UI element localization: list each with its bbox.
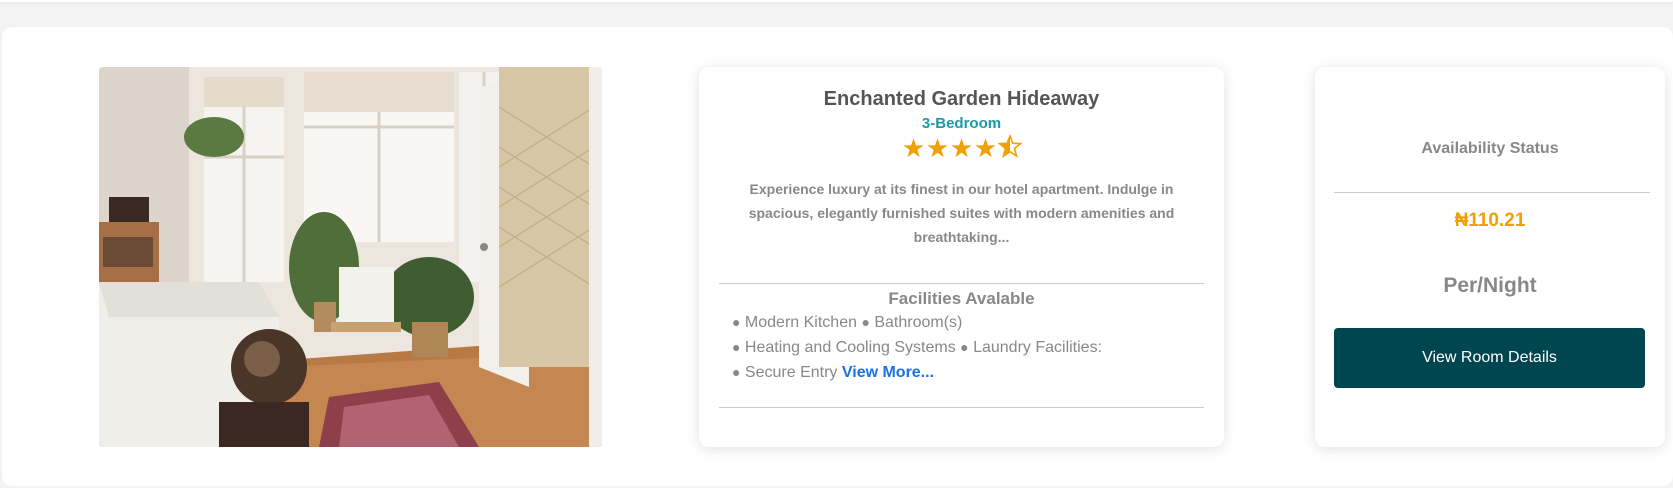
bullet-icon: ● <box>732 339 741 355</box>
facilities-row: ● Modern Kitchen ● Bathroom(s) <box>732 310 1202 335</box>
bullet-icon: ● <box>732 364 741 380</box>
facility-item: Modern Kitchen <box>744 314 857 331</box>
divider <box>719 283 1204 284</box>
availability-status: Availability Status <box>1421 140 1559 157</box>
room-description: Experience luxury at its finest in our h… <box>731 177 1192 249</box>
description-line: spacious, elegantly furnished suites wit… <box>748 205 1175 221</box>
description-line: Experience luxury at its finest in our h… <box>749 181 1174 197</box>
star-icon: ★ <box>949 133 974 163</box>
star-icon: ★ <box>925 133 950 163</box>
room-type: 3-Bedroom <box>921 115 1002 132</box>
divider <box>1334 192 1650 193</box>
facilities-list: ● Modern Kitchen ● Bathroom(s) ● Heating… <box>732 310 1202 385</box>
room-photo-illustration <box>99 67 602 447</box>
facilities-title: Facilities Avalable <box>888 289 1035 308</box>
bullet-icon: ● <box>861 314 870 330</box>
star-rating: ★★★★ <box>699 133 1224 163</box>
room-photo[interactable] <box>99 67 602 447</box>
facility-item: Laundry Facilities: <box>973 339 1103 356</box>
star-icon: ★ <box>901 133 926 163</box>
price: ₦110.21 <box>1454 210 1526 231</box>
facility-item: Bathroom(s) <box>874 314 963 331</box>
room-details-card: Enchanted Garden Hideaway 3-Bedroom ★★★★… <box>699 67 1224 447</box>
room-listing-card: Enchanted Garden Hideaway 3-Bedroom ★★★★… <box>2 27 1673 486</box>
bullet-icon: ● <box>960 339 969 355</box>
facilities-row: ● Secure Entry View More... <box>732 360 1202 385</box>
half-star-icon <box>996 133 1023 163</box>
view-room-details-button[interactable]: View Room Details <box>1334 328 1645 388</box>
room-name[interactable]: Enchanted Garden Hideaway <box>699 88 1224 111</box>
star-icon: ★ <box>973 133 998 163</box>
facilities-row: ● Heating and Cooling Systems ● Laundry … <box>732 335 1202 360</box>
view-more-link[interactable]: View More... <box>842 364 934 381</box>
facility-item: Heating and Cooling Systems <box>744 339 956 356</box>
bullet-icon: ● <box>732 314 741 330</box>
facility-item: Secure Entry <box>744 364 838 381</box>
previous-card-edge <box>0 0 1673 2</box>
price-unit: Per/Night <box>1443 274 1537 297</box>
description-line: breathtaking... <box>913 229 1010 245</box>
divider <box>719 407 1204 408</box>
booking-card: Availability Status ₦110.21 Per/Night Vi… <box>1315 67 1665 447</box>
